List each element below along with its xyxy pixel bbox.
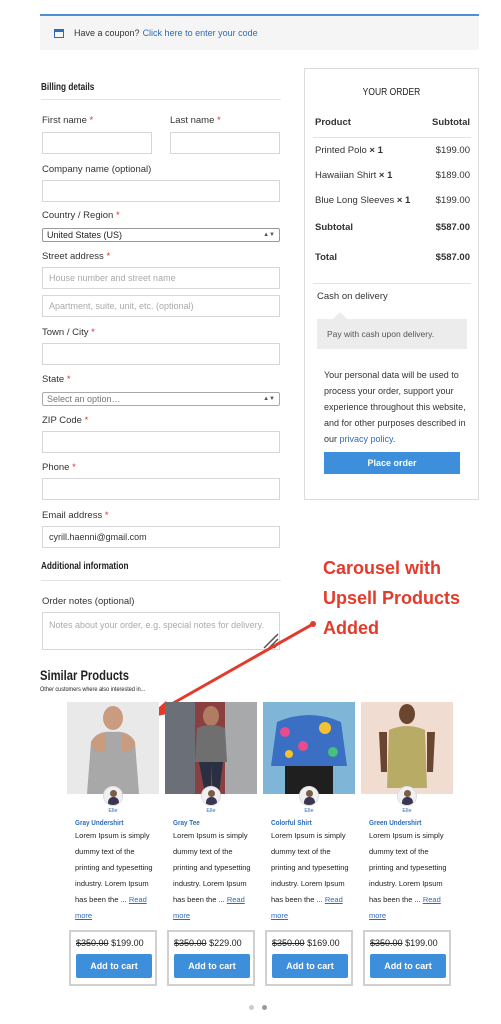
avatar	[201, 786, 221, 806]
zip-field[interactable]	[42, 431, 280, 453]
chevron-down-icon: ▲▼	[263, 396, 275, 402]
state-value: Select an option…	[47, 394, 121, 404]
order-subtotal: Subtotal $587.00	[315, 222, 470, 233]
first-name-label: First name *	[42, 115, 94, 126]
product-card: Elle Gray Undershirt Lorem Ipsum is simp…	[67, 702, 159, 990]
additional-divider	[41, 580, 281, 581]
notes-label: Order notes (optional)	[42, 596, 135, 607]
company-field[interactable]	[42, 180, 280, 202]
carousel-pagination	[249, 1005, 267, 1010]
product-price: $350.00 $169.00	[272, 938, 340, 948]
phone-field[interactable]	[42, 478, 280, 500]
price-box: $350.00 $199.00 Add to cart	[69, 930, 157, 986]
product-name[interactable]: Gray Undershirt	[75, 818, 124, 827]
privacy-policy-link[interactable]: privacy policy	[340, 434, 393, 444]
street-field[interactable]: House number and street name	[42, 267, 280, 289]
country-select[interactable]: United States (US) ▲▼	[42, 228, 280, 242]
street-label: Street address *	[42, 251, 111, 262]
product-description: Lorem Ipsum is simply dummy text of the …	[271, 831, 349, 920]
company-label: Company name (optional)	[42, 164, 152, 175]
payment-description: Pay with cash upon delivery.	[317, 312, 467, 349]
product-card: Elle Colorful Shirt Lorem Ipsum is simpl…	[263, 702, 355, 990]
product-card: Elle Gray Tee Lorem Ipsum is simply dumm…	[165, 702, 257, 990]
country-label: Country / Region *	[42, 210, 120, 221]
chevron-down-icon: ▲▼	[263, 232, 275, 238]
product-image[interactable]	[165, 702, 257, 794]
coupon-text: Have a coupon?	[74, 28, 140, 38]
billing-divider	[41, 99, 281, 100]
avatar	[397, 786, 417, 806]
product-name[interactable]: Colorful Shirt	[271, 818, 312, 827]
order-divider	[313, 283, 471, 284]
order-header: Product Subtotal	[315, 117, 470, 128]
similar-products-heading: Similar Products	[40, 667, 130, 683]
order-item: Blue Long Sleeves × 1 $199.00	[315, 195, 470, 206]
payment-method-label[interactable]: Cash on delivery	[317, 291, 388, 302]
order-total: Total $587.00	[315, 252, 470, 263]
calendar-icon	[54, 28, 64, 38]
order-divider	[313, 137, 471, 138]
product-author[interactable]: Elle	[67, 808, 159, 814]
price-box: $350.00 $169.00 Add to cart	[265, 930, 353, 986]
product-description: Lorem Ipsum is simply dummy text of the …	[173, 831, 251, 920]
order-title: YOUR ORDER	[362, 87, 421, 98]
product-author[interactable]: Elle	[165, 808, 257, 814]
col-subtotal: Subtotal	[432, 117, 470, 128]
email-field[interactable]: cyrill.haenni@gmail.com	[42, 526, 280, 548]
avatar	[299, 786, 319, 806]
privacy-notice: Your personal data will be used to proce…	[324, 370, 466, 444]
carousel-dot-active[interactable]	[262, 1005, 267, 1010]
product-author[interactable]: Elle	[361, 808, 453, 814]
coupon-link[interactable]: Click here to enter your code	[143, 28, 258, 38]
product-description: Lorem Ipsum is simply dummy text of the …	[369, 831, 447, 920]
price-box: $350.00 $199.00 Add to cart	[363, 930, 451, 986]
product-description: Lorem Ipsum is simply dummy text of the …	[75, 831, 153, 920]
product-author[interactable]: Elle	[263, 808, 355, 814]
product-card: Elle Green Undershirt Lorem Ipsum is sim…	[361, 702, 453, 990]
product-name[interactable]: Green Undershirt	[369, 818, 421, 827]
product-image[interactable]	[67, 702, 159, 794]
annotation-callout: Carousel with Upsell Products Added	[323, 558, 461, 638]
add-to-cart-button[interactable]: Add to cart	[76, 954, 152, 978]
product-name[interactable]: Gray Tee	[173, 818, 200, 827]
country-value: United States (US)	[47, 230, 123, 240]
product-price: $350.00 $199.00	[76, 938, 144, 948]
first-name-field[interactable]	[42, 132, 152, 154]
order-item: Hawaiian Shirt × 1 $189.00	[315, 170, 470, 181]
order-review: YOUR ORDER Product Subtotal Printed Polo…	[304, 68, 479, 500]
place-order-button[interactable]: Place order	[324, 452, 460, 474]
billing-heading: Billing details	[41, 82, 95, 93]
carousel-dot[interactable]	[249, 1005, 254, 1010]
email-label: Email address *	[42, 510, 109, 521]
state-select[interactable]: Select an option… ▲▼	[42, 392, 280, 406]
apartment-field[interactable]: Apartment, suite, unit, etc. (optional)	[42, 295, 280, 317]
product-price: $350.00 $199.00	[370, 938, 438, 948]
add-to-cart-button[interactable]: Add to cart	[370, 954, 446, 978]
town-label: Town / City *	[42, 327, 95, 338]
last-name-field[interactable]	[170, 132, 280, 154]
add-to-cart-button[interactable]: Add to cart	[272, 954, 348, 978]
phone-label: Phone *	[42, 462, 76, 473]
product-price: $350.00 $229.00	[174, 938, 242, 948]
similar-products-subheading: Other customers where also interested in…	[40, 686, 146, 693]
col-product: Product	[315, 117, 351, 128]
add-to-cart-button[interactable]: Add to cart	[174, 954, 250, 978]
product-image[interactable]	[263, 702, 355, 794]
last-name-label: Last name *	[170, 115, 221, 126]
town-field[interactable]	[42, 343, 280, 365]
price-box: $350.00 $229.00 Add to cart	[167, 930, 255, 986]
coupon-notice: Have a coupon? Click here to enter your …	[40, 14, 479, 50]
product-image[interactable]	[361, 702, 453, 794]
additional-heading: Additional information	[41, 561, 129, 572]
zip-label: ZIP Code *	[42, 415, 89, 426]
avatar	[103, 786, 123, 806]
state-label: State *	[42, 374, 71, 385]
order-item: Printed Polo × 1 $199.00	[315, 145, 470, 156]
